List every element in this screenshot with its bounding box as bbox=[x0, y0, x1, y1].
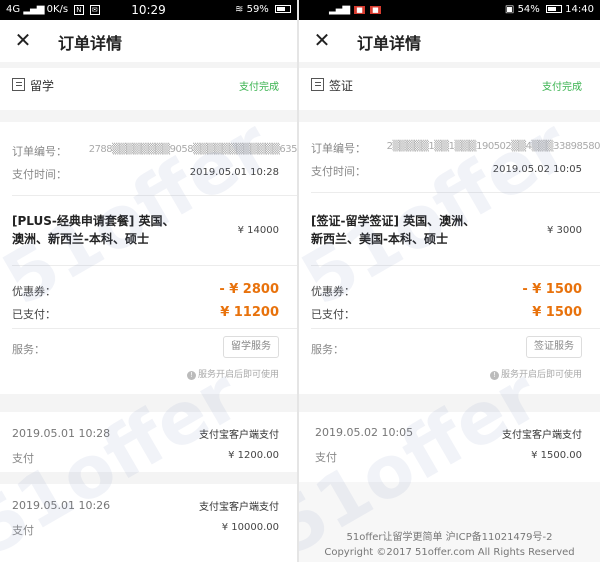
section-gap bbox=[0, 472, 297, 484]
order-number: 2▒▒▒▒▒1▒▒1▒▒▒190502▒▒4▒▒▒33898580 bbox=[386, 141, 600, 152]
payment-method: 支付宝客户端支付 bbox=[502, 430, 582, 441]
order-number-label: 订单编号： bbox=[311, 142, 366, 155]
payment-date: 2019.05.01 10:26 bbox=[12, 499, 111, 512]
payment-amount: ¥ 1500.00 bbox=[531, 450, 582, 461]
notification-icon: ■ bbox=[370, 6, 381, 14]
nav-bar: ✕ 订单详情 bbox=[299, 20, 600, 62]
payment-label: 支付 bbox=[12, 524, 34, 537]
payment-amount: ¥ 1200.00 bbox=[228, 450, 279, 461]
service-button[interactable]: 留学服务 bbox=[223, 336, 279, 358]
payment-label: 支付 bbox=[315, 451, 337, 464]
battery-icon bbox=[545, 5, 562, 13]
document-icon bbox=[311, 78, 324, 91]
info-icon: ! bbox=[489, 371, 499, 380]
order-type: 留学 bbox=[30, 79, 55, 93]
status-bar: ▂▄▆ ■ ■ ▣ 54% 14:40 bbox=[299, 0, 600, 20]
paid-amount: ¥ 1500 bbox=[532, 305, 582, 320]
close-icon[interactable]: ✕ bbox=[311, 29, 333, 51]
info-icon: ! bbox=[186, 371, 196, 380]
section-gap bbox=[299, 110, 600, 122]
order-type: 签证 bbox=[329, 79, 354, 93]
battery-percent: 59% bbox=[246, 4, 269, 15]
wifi-icon: ≋ bbox=[235, 4, 244, 15]
order-type-header: 签证 支付完成 bbox=[299, 70, 600, 100]
coupon-label: 优惠券： bbox=[311, 285, 355, 298]
service-hint: ! 服务开启后即可使用 bbox=[489, 367, 582, 380]
footer-copyright: Copyright ©2017 51offer.com All Rights R… bbox=[324, 547, 575, 558]
pay-time: 2019.05.01 10:28 bbox=[189, 167, 279, 178]
payment-date: 2019.05.01 10:28 bbox=[12, 427, 111, 440]
sim-icon: ▣ bbox=[504, 4, 515, 15]
section-gap bbox=[0, 110, 297, 122]
divider bbox=[311, 192, 600, 193]
close-icon[interactable]: ✕ bbox=[12, 29, 34, 51]
service-button[interactable]: 签证服务 bbox=[526, 336, 582, 358]
page-title: 订单详情 bbox=[357, 34, 422, 53]
service-hint: ! 服务开启后即可使用 bbox=[186, 367, 279, 380]
product-price: ¥ 3000 bbox=[547, 225, 582, 236]
section-gap bbox=[0, 62, 297, 68]
service-label: 服务： bbox=[12, 343, 45, 356]
section-gap bbox=[299, 394, 600, 412]
paid-label: 已支付： bbox=[311, 308, 355, 321]
signal-icon: ▂▄▆ bbox=[329, 4, 350, 15]
document-icon bbox=[12, 78, 25, 91]
divider bbox=[311, 328, 600, 329]
status-bar: 4G ▂▄▆ 0K/s N ✉ 10:29 ≋ 59% bbox=[0, 0, 297, 20]
order-number: 2788▒▒▒▒▒▒▒▒9058▒▒▒▒▒▒▒▒▒▒▒▒635 bbox=[88, 144, 297, 155]
divider bbox=[12, 195, 297, 196]
payment-method: 支付宝客户端支付 bbox=[199, 430, 279, 441]
divider bbox=[311, 265, 600, 266]
divider bbox=[12, 265, 297, 266]
product-price: ¥ 14000 bbox=[237, 225, 279, 236]
coupon-label: 优惠券： bbox=[12, 285, 56, 298]
watermark: 51offer bbox=[0, 352, 254, 562]
order-number-label: 订单编号： bbox=[12, 145, 67, 158]
payment-label: 支付 bbox=[12, 452, 34, 465]
pay-time-label: 支付时间： bbox=[311, 165, 366, 178]
section-gap bbox=[299, 62, 600, 68]
battery-icon bbox=[275, 5, 291, 13]
paid-amount: ¥ 11200 bbox=[220, 305, 279, 320]
battery-percent: 54% bbox=[517, 4, 540, 15]
pay-time: 2019.05.02 10:05 bbox=[492, 164, 582, 175]
product-name: [签证-留学签证] 英国、澳洲、 新西兰、美国-本科、硕士 bbox=[311, 214, 476, 246]
footer-icp: 51offer让留学更简单 沪ICP备11021479号-2 bbox=[346, 532, 553, 543]
product-name: [PLUS-经典申请套餐] 英国、 澳洲、新西兰-本科、硕士 bbox=[12, 214, 175, 246]
order-type-header: 留学 支付完成 bbox=[0, 70, 297, 100]
service-label: 服务： bbox=[311, 343, 344, 356]
status-badge: 支付完成 bbox=[239, 82, 279, 93]
nav-bar: ✕ 订单详情 bbox=[0, 20, 297, 62]
coupon-amount: - ¥ 2800 bbox=[219, 282, 279, 297]
payment-date: 2019.05.02 10:05 bbox=[315, 426, 414, 439]
payment-amount: ¥ 10000.00 bbox=[221, 522, 279, 533]
section-gap bbox=[0, 394, 297, 412]
status-badge: 支付完成 bbox=[542, 82, 582, 93]
notification-icon: ■ bbox=[354, 6, 365, 14]
divider bbox=[12, 328, 297, 329]
pay-time-label: 支付时间： bbox=[12, 168, 67, 181]
page-title: 订单详情 bbox=[58, 34, 123, 53]
right-screen: ▂▄▆ ■ ■ ▣ 54% 14:40 ✕ 订单详情 签证 支付完成 订单编号：… bbox=[299, 0, 600, 562]
paid-label: 已支付： bbox=[12, 308, 56, 321]
status-time: 14:40 bbox=[565, 4, 594, 15]
coupon-amount: - ¥ 1500 bbox=[522, 282, 582, 297]
left-screen: 4G ▂▄▆ 0K/s N ✉ 10:29 ≋ 59% ✕ 订单详情 留学 支付… bbox=[0, 0, 297, 562]
payment-method: 支付宝客户端支付 bbox=[199, 502, 279, 513]
footer: 51offer让留学更简单 沪ICP备11021479号-2 Copyright… bbox=[299, 530, 600, 560]
